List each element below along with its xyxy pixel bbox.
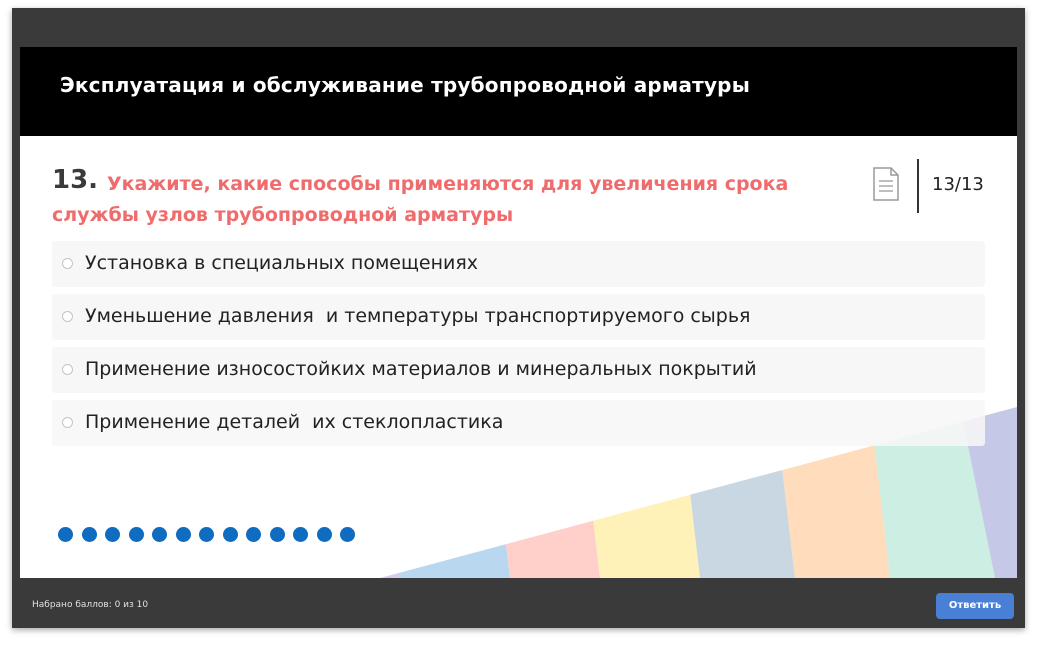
header-divider (917, 159, 919, 213)
option-label: Применение деталей их стеклопластика (85, 411, 504, 433)
progress-dot[interactable] (340, 527, 355, 542)
progress-dot[interactable] (222, 527, 238, 542)
progress-dot[interactable] (246, 527, 261, 542)
answer-option[interactable]: Применение износостойких материалов и ми… (52, 347, 985, 393)
option-label: Уменьшение давления и температуры трансп… (85, 305, 751, 327)
document-icon[interactable] (872, 167, 900, 201)
answer-option[interactable]: Уменьшение давления и температуры трансп… (52, 294, 985, 340)
progress-dot[interactable] (152, 527, 167, 542)
answer-option[interactable]: Установка в специальных помещениях (52, 241, 985, 287)
progress-dot[interactable] (175, 527, 191, 542)
radio-icon[interactable] (62, 364, 73, 375)
progress-dot[interactable] (81, 527, 97, 542)
answer-button[interactable]: Ответить (936, 593, 1014, 619)
progress-dot[interactable] (293, 527, 308, 542)
progress-dot[interactable] (316, 527, 332, 542)
slide-header: Эксплуатация и обслуживание трубопроводн… (20, 47, 1017, 136)
progress-dot[interactable] (128, 527, 144, 542)
progress-dot[interactable] (199, 527, 214, 542)
answer-option[interactable]: Применение деталей их стеклопластика (52, 400, 985, 446)
radio-icon[interactable] (62, 258, 73, 269)
score-text: Набрано баллов: 0 из 10 (32, 600, 149, 610)
question-text: Укажите, какие способы применяются для у… (52, 173, 789, 226)
option-label: Установка в специальных помещениях (85, 252, 479, 274)
radio-icon[interactable] (62, 417, 73, 428)
progress-dot[interactable] (105, 527, 120, 542)
progress-dot[interactable] (58, 527, 73, 542)
progress-dot[interactable] (269, 527, 285, 542)
slide: Эксплуатация и обслуживание трубопроводн… (20, 47, 1017, 578)
player-window: Эксплуатация и обслуживание трубопроводн… (12, 8, 1025, 628)
question-counter: 13/13 (932, 174, 984, 195)
option-label: Применение износостойких материалов и ми… (85, 358, 757, 380)
course-title: Эксплуатация и обслуживание трубопроводн… (60, 73, 750, 97)
radio-icon[interactable] (62, 311, 73, 322)
